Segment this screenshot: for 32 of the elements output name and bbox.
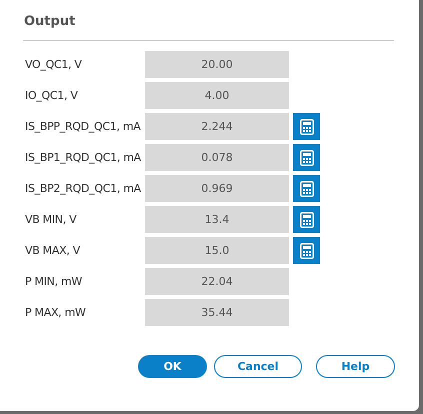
calculator-button[interactable]	[293, 206, 320, 233]
calculator-icon	[300, 212, 314, 228]
value-field[interactable]: 15.0	[145, 237, 289, 264]
value-field[interactable]: 2.244	[145, 113, 289, 140]
value-field[interactable]: 20.00	[145, 51, 289, 78]
field-label: VB MAX, V	[25, 244, 82, 257]
calculator-icon	[300, 242, 314, 258]
field-label: VO_QC1, V	[25, 58, 83, 71]
calculator-button[interactable]	[293, 175, 320, 202]
calculator-button[interactable]	[293, 144, 320, 171]
dialog-title: Output	[23, 14, 76, 31]
value-field[interactable]: 35.44	[145, 299, 289, 326]
field-label: IS_BPP_RQD_QC1, mA	[25, 120, 142, 133]
calculator-icon	[300, 180, 314, 196]
calculator-button[interactable]	[293, 237, 320, 264]
field-label: IO_QC1, V	[25, 89, 79, 102]
field-label: IS_BP1_RQD_QC1, mA	[25, 151, 142, 164]
field-label: VB MIN, V	[25, 213, 78, 226]
value-field[interactable]: 22.04	[145, 268, 289, 295]
cancel-button[interactable]: Cancel	[214, 355, 302, 378]
ok-button[interactable]: OK	[138, 355, 207, 378]
field-label: IS_BP2_RQD_QC1, mA	[25, 182, 142, 195]
value-field[interactable]: 0.078	[145, 144, 289, 171]
field-label: P MIN, mW	[25, 275, 83, 288]
value-field[interactable]: 4.00	[145, 82, 289, 109]
field-label: P MAX, mW	[25, 306, 87, 319]
calculator-icon	[300, 150, 314, 166]
value-field[interactable]: 13.4	[145, 206, 289, 233]
calculator-icon	[300, 118, 314, 134]
calculator-button[interactable]	[293, 113, 320, 140]
help-button[interactable]: Help	[316, 355, 395, 378]
value-field[interactable]: 0.969	[145, 175, 289, 202]
